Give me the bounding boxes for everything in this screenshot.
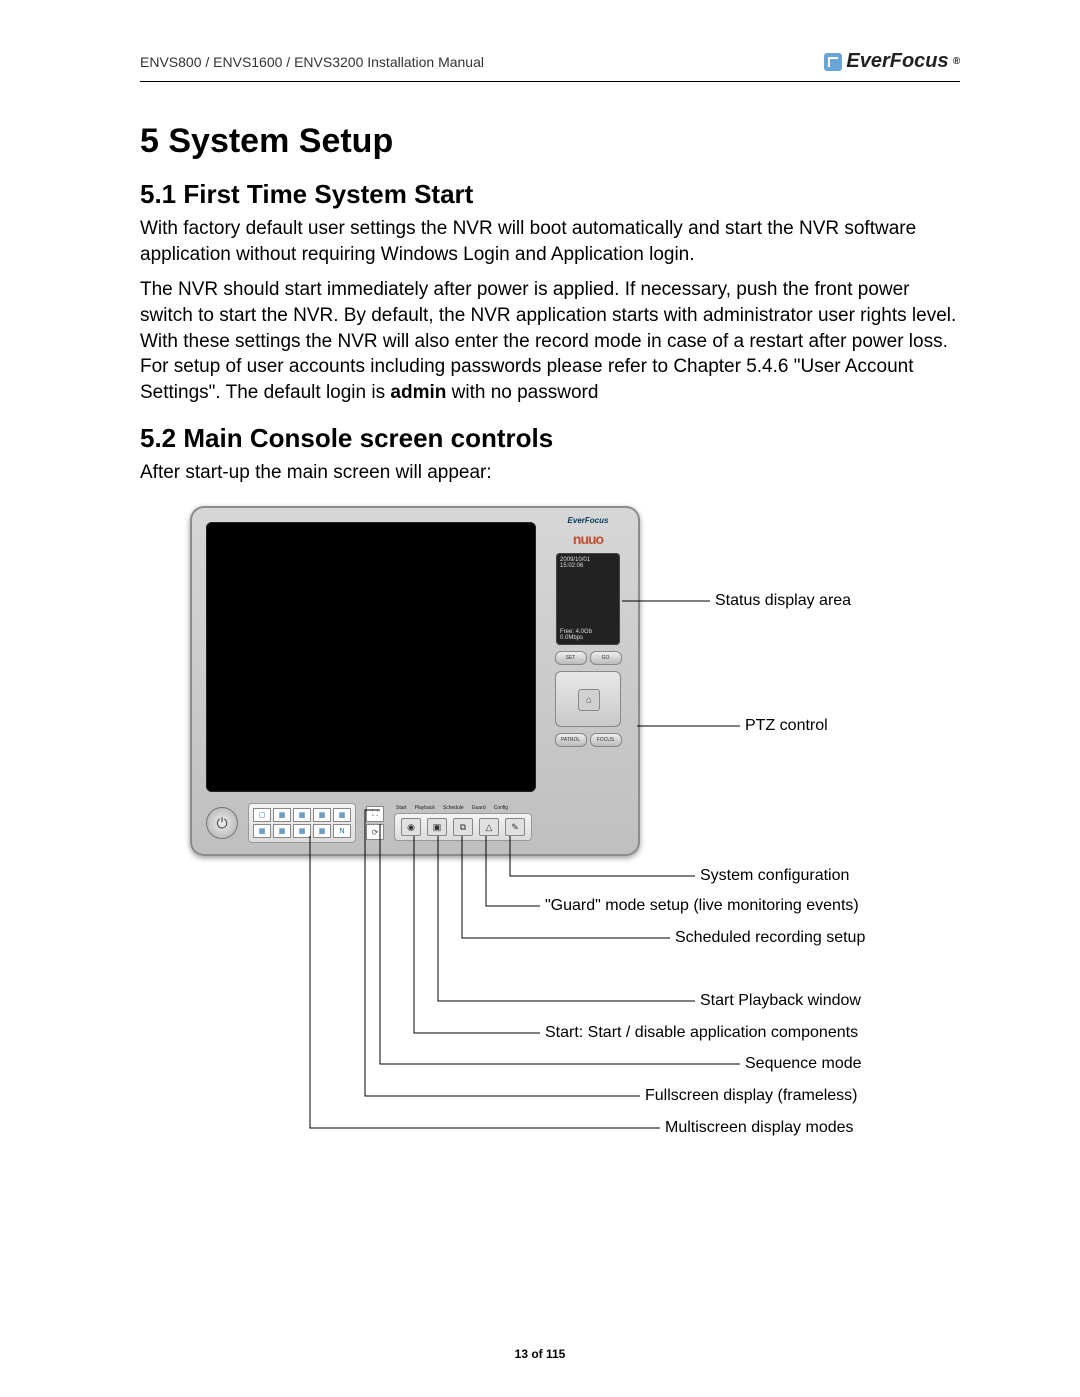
callout-schedule: Scheduled recording setup [675,929,865,947]
sidebar-brand: EverFocus [552,516,624,525]
sequence-button[interactable]: ⟳ [366,824,384,840]
fullscreen-button[interactable]: ⛶ [366,806,384,822]
header-rule [140,81,960,82]
patrol-focus-row: PATROL FOCUS [555,733,622,747]
brand-reg: ® [953,56,960,67]
h2-main-console: 5.2 Main Console screen controls [140,423,960,454]
grid-10-icon[interactable]: ▦ [333,808,351,822]
status-display: 2009/10/01 15:02:06 Free: 4.0Gb 0.0Mbps [556,553,620,645]
grid-1-icon[interactable]: ▢ [253,808,271,822]
doc-title: ENVS800 / ENVS1600 / ENVS3200 Installati… [140,54,484,70]
console-window: EverFocus nuuo 2009/10/01 15:02:06 Free:… [190,506,640,856]
callout-guard: "Guard" mode setup (live monitoring even… [545,897,859,915]
callout-playback: Start Playback window [700,992,861,1010]
grid-9-icon[interactable]: ▦ [313,808,331,822]
menu-label-start: Start [396,805,407,811]
grid-4-icon[interactable]: ▦ [273,808,291,822]
grid-36-icon[interactable]: ▦ [313,824,331,838]
video-viewport [206,522,536,792]
ptz-home-icon[interactable]: ⌂ [578,689,600,711]
power-button[interactable]: ⏻ [206,807,238,839]
menu-label-guard: Guard [472,805,486,811]
callout-ptz: PTZ control [745,717,828,735]
menu-labels: Start Playback Schedule Guard Config [394,805,532,811]
console-bottom-bar: ⏻ ▢ ▦ ▦ ▦ ▦ ▦ ▦ ▦ ▦ N ⛶ ⟳ [206,800,628,846]
brand-logo: EverFocus ® [824,50,960,73]
menu-block: Start Playback Schedule Guard Config ◉ ▣… [394,805,532,841]
callout-status: Status display area [715,592,851,610]
config-button[interactable]: ✎ [505,818,525,836]
guard-button[interactable]: △ [479,818,499,836]
menu-label-schedule: Schedule [443,805,464,811]
patrol-button[interactable]: PATROL [555,733,587,747]
callout-start: Start: Start / disable application compo… [545,1024,858,1042]
callout-sequence: Sequence mode [745,1055,862,1073]
go-button[interactable]: GO [590,651,622,665]
menu-buttons: ◉ ▣ ⧉ △ ✎ [394,813,532,841]
h2-first-time: 5.1 First Time System Start [140,179,960,210]
p-51-2: The NVR should start immediately after p… [140,277,960,405]
figure-console-diagram: EverFocus nuuo 2009/10/01 15:02:06 Free:… [140,506,960,1166]
h1-system-setup: 5 System Setup [140,122,960,161]
status-time: 15:02:06 [560,563,616,569]
set-go-row: SET GO [555,651,622,665]
page-number: 13 of 115 [0,1347,1080,1361]
schedule-button[interactable]: ⧉ [453,818,473,836]
fullscreen-seq-col: ⛶ ⟳ [366,806,384,840]
grid-6-icon[interactable]: ▦ [293,808,311,822]
menu-label-config: Config [494,805,508,811]
brand-mark-icon [824,53,842,71]
p-51-1: With factory default user settings the N… [140,216,960,267]
p-51-2b: with no password [446,382,598,403]
p-52-1: After start-up the main screen will appe… [140,460,960,486]
start-button[interactable]: ◉ [401,818,421,836]
grid-16-icon[interactable]: ▦ [273,824,291,838]
grid-13-icon[interactable]: ▦ [253,824,271,838]
menu-label-playback: Playback [415,805,435,811]
p-51-2-admin: admin [390,382,446,403]
playback-button[interactable]: ▣ [427,818,447,836]
page-header: ENVS800 / ENVS1600 / ENVS3200 Installati… [140,50,960,73]
console-sidebar: EverFocus nuuo 2009/10/01 15:02:06 Free:… [548,516,628,747]
callout-fullscreen: Fullscreen display (frameless) [645,1087,858,1105]
sidebar-powered-logo: nuuo [552,531,624,547]
grid-25-icon[interactable]: ▦ [293,824,311,838]
status-rate: 0.0Mbps [560,635,616,641]
brand-name: EverFocus [846,50,948,73]
callout-multiscreen: Multiscreen display modes [665,1119,854,1137]
set-button[interactable]: SET [555,651,587,665]
page: ENVS800 / ENVS1600 / ENVS3200 Installati… [0,0,1080,1397]
multiscreen-grid-buttons[interactable]: ▢ ▦ ▦ ▦ ▦ ▦ ▦ ▦ ▦ N [248,803,356,843]
ptz-dpad[interactable]: ⌂ [555,671,621,727]
focus-button[interactable]: FOCUS [590,733,622,747]
grid-n-icon[interactable]: N [333,824,351,838]
callout-config: System configuration [700,867,849,885]
